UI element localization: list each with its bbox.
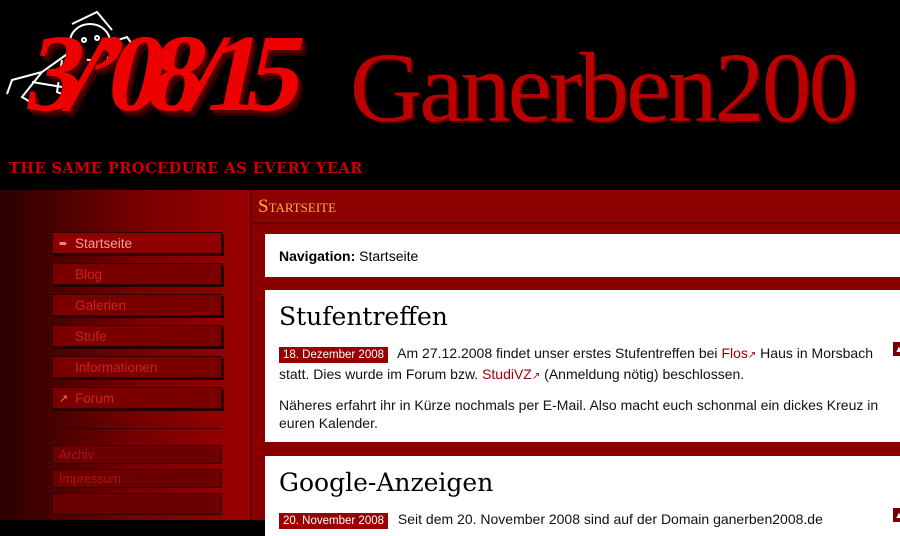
sidebar-item-impressum[interactable]: Impressum [52,469,222,488]
post-paragraph: Näheres erfahrt ihr in Kürze nochmals pe… [279,397,879,431]
post-body: 18. Dezember 2008 Am 27.12.2008 findet u… [279,344,889,386]
external-link-icon: ↗ [747,350,757,361]
back-to-top-icon[interactable]: ▲ [893,342,900,356]
sidebar-item-label: Galerien [75,298,127,313]
section-header: Startseite [252,190,900,224]
sidebar-item-label: Forum [75,391,115,406]
sidebar-item-archiv[interactable]: Archiv [52,445,222,464]
sidebar-item-informationen[interactable]: Informationen [52,356,222,378]
post-date-badge: 20. November 2008 [279,513,389,529]
site-slogan: THE SAME PROCEDURE AS EVERY YEAR [9,160,363,177]
post-text: Am 27.12.2008 findet unser erstes Stufen… [397,345,718,361]
section-title: Startseite [258,196,337,217]
sidebar-item-label: Informationen [75,360,158,375]
sidebar-item-label: Startseite [75,236,133,251]
sidebar-item-stufe[interactable]: Stufe [52,325,222,347]
site-header: 3/’08/15 THE SAME PROCEDURE AS EVERY YEA… [0,0,900,190]
sidebar-item-label: Impressum [59,472,121,486]
sidebar-item-extra[interactable] [52,493,222,515]
post-title[interactable]: Google-Anzeigen [279,468,900,498]
sidebar-item-galerien[interactable]: Galerien [52,294,222,316]
breadcrumb-label: Navigation: [279,248,356,264]
post-google-anzeigen: Google-Anzeigen 20. November 2008 Seit d… [265,456,900,536]
post-text: Seit dem 20. November 2008 sind auf der … [397,511,823,527]
sidebar-item-blog[interactable]: Blog [52,263,222,285]
sidebar: ➨ Startseite Blog Galerien Stufe Informa… [0,190,252,520]
link-studivz[interactable]: StudiVZ [482,366,532,382]
sidebar-item-label: Blog [75,267,103,282]
post-text: (Anmeldung nötig) beschlossen. [544,366,745,382]
post-date-badge: 18. Dezember 2008 [279,347,389,363]
external-link-icon: ↗ [59,393,69,405]
date-logo: 3/’08/15 [17,12,304,134]
post-stufentreffen: Stufentreffen 18. Dezember 2008 Am 27.12… [265,290,900,442]
sidebar-item-label: Stufe [75,329,107,344]
sidebar-item-forum[interactable]: ↗ Forum [52,387,222,409]
arrow-right-icon: ➨ [59,238,69,250]
sidebar-item-startseite[interactable]: ➨ Startseite [52,232,222,254]
site-title[interactable]: Ganerben200 [350,38,859,138]
main-content: Startseite Navigation: Startseite Stufen… [252,190,900,536]
sidebar-item-label: Archiv [59,448,94,462]
breadcrumb-current: Startseite [359,248,419,264]
external-link-icon: ↗ [531,371,541,382]
post-title[interactable]: Stufentreffen [279,302,900,332]
link-flos[interactable]: Flos [721,345,747,361]
sidebar-divider [52,428,222,429]
breadcrumb: Navigation: Startseite [265,234,900,277]
